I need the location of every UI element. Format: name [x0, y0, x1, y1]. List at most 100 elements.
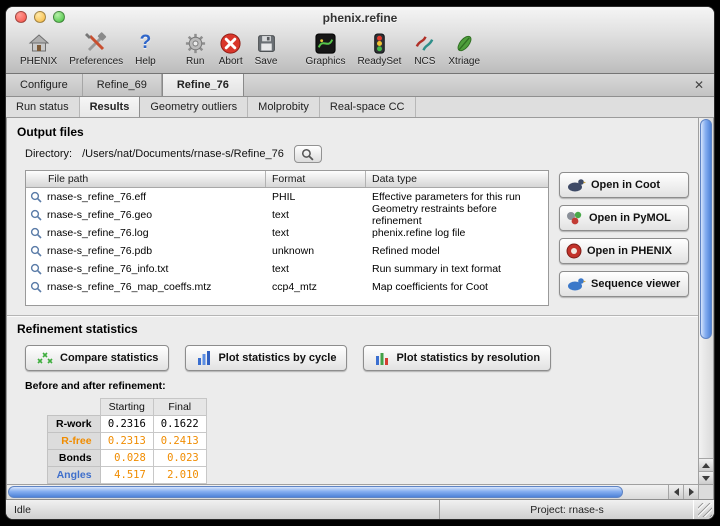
magnifier-icon: [30, 245, 42, 257]
tab-results[interactable]: Results: [80, 97, 141, 117]
toolbar-button-readyset[interactable]: ReadySet: [351, 29, 407, 68]
toolbar-button-phenix[interactable]: PHENIX: [14, 29, 63, 68]
magnifier-icon: [30, 227, 42, 239]
column-header-format[interactable]: Format: [266, 171, 366, 187]
magnifier-icon: [30, 263, 42, 275]
column-header-file-path[interactable]: File path: [26, 171, 266, 187]
file-data-type: Map coefficients for Coot: [366, 281, 548, 293]
toolbar-button-run[interactable]: Run: [178, 29, 213, 68]
horizontal-scrollbar-track[interactable]: [7, 485, 668, 499]
stat-label: Angles: [48, 467, 101, 484]
preferences-tools-icon: [84, 30, 108, 56]
file-format: PHIL: [266, 191, 366, 203]
open-in-pymol-button[interactable]: Open in PyMOL: [559, 205, 689, 231]
stats-col-starting: Starting: [100, 399, 153, 416]
minimize-window-button[interactable]: [34, 11, 46, 23]
output-files-table[interactable]: File path Format Data type rnase-s_refin…: [25, 170, 549, 306]
vertical-scrollbar-thumb[interactable]: [700, 119, 712, 339]
zoom-window-button[interactable]: [53, 11, 65, 23]
button-label: Compare statistics: [60, 352, 158, 364]
open-in-phenix-button[interactable]: Open in PHENIX: [559, 238, 689, 264]
close-tab-icon[interactable]: ✕: [684, 74, 714, 96]
tab-real-space-cc[interactable]: Real-space CC: [320, 97, 416, 117]
file-format: text: [266, 209, 366, 221]
stats-row-angles: Angles 4.517 2.010: [48, 467, 207, 484]
stat-value: 2.010: [153, 467, 206, 484]
tab-refine-76[interactable]: Refine_76: [162, 74, 244, 96]
file-row[interactable]: rnase-s_refine_76_info.txt text Run summ…: [26, 260, 548, 278]
magnifier-icon: [30, 209, 42, 221]
stat-value: 0.028: [100, 450, 153, 467]
toolbar: PHENIX Preferences ? Help Run: [6, 28, 714, 73]
ncs-icon: [413, 30, 436, 56]
tab-molprobity[interactable]: Molprobity: [248, 97, 320, 117]
stats-corner-cell: [48, 399, 101, 416]
horizontal-scrollbar[interactable]: [7, 484, 713, 499]
scroll-left-arrow[interactable]: [668, 485, 683, 499]
project-status-section: Project: rnase-s: [439, 500, 694, 519]
pymol-icon: [566, 210, 584, 226]
scroll-up-arrow[interactable]: [699, 458, 713, 471]
toolbar-button-xtriage[interactable]: Xtriage: [442, 29, 486, 68]
resize-grip[interactable]: [698, 503, 712, 517]
horizontal-scrollbar-thumb[interactable]: [8, 486, 623, 498]
toolbar-label: NCS: [414, 56, 435, 67]
scrollbar-corner: [698, 485, 713, 499]
toolbar-button-abort[interactable]: Abort: [213, 29, 249, 68]
toolbar-label: Help: [135, 56, 156, 67]
directory-row: Directory: /Users/nat/Documents/rnase-s/…: [25, 145, 690, 163]
toolbar-label: Abort: [219, 56, 243, 67]
close-window-button[interactable]: [15, 11, 27, 23]
tab-run-status[interactable]: Run status: [6, 97, 80, 117]
graphics-icon: [314, 30, 337, 56]
stats-col-final: Final: [153, 399, 206, 416]
toolbar-label: Run: [186, 56, 204, 67]
stat-value: 0.2316: [100, 416, 153, 433]
results-page: Output files Directory: /Users/nat/Docum…: [6, 118, 714, 499]
toolbar-label: Graphics: [305, 56, 345, 67]
file-row[interactable]: rnase-s_refine_76.pdb unknown Refined mo…: [26, 242, 548, 260]
toolbar-button-save[interactable]: Save: [249, 29, 284, 68]
tab-refine-69[interactable]: Refine_69: [83, 74, 162, 96]
stats-header-row: Starting Final: [48, 399, 207, 416]
window-header: phenix.refine PHENIX Preferences ? Help: [6, 7, 714, 74]
plot-statistics-by-cycle-button[interactable]: Plot statistics by cycle: [185, 345, 347, 371]
file-row[interactable]: rnase-s_refine_76.geo text Geometry rest…: [26, 206, 548, 224]
compare-scatter-icon: [36, 350, 54, 366]
stat-label: Bonds: [48, 450, 101, 467]
scroll-right-arrow[interactable]: [683, 485, 698, 499]
toolbar-button-ncs[interactable]: NCS: [407, 29, 442, 68]
tab-geometry-outliers[interactable]: Geometry outliers: [140, 97, 248, 117]
vertical-scrollbar[interactable]: [698, 118, 713, 484]
scroll-down-arrow[interactable]: [699, 471, 713, 484]
sequence-viewer-icon: [566, 276, 586, 292]
open-in-coot-button[interactable]: Open in Coot: [559, 172, 689, 198]
titlebar[interactable]: phenix.refine: [6, 7, 714, 28]
browse-directory-button[interactable]: [294, 145, 322, 163]
toolbar-label: Save: [255, 56, 278, 67]
button-label: Plot statistics by cycle: [218, 352, 336, 364]
file-row[interactable]: rnase-s_refine_76_map_coeffs.mtz ccp4_mt…: [26, 278, 548, 296]
desktop-background: phenix.refine PHENIX Preferences ? Help: [0, 0, 720, 526]
file-row[interactable]: rnase-s_refine_76.log text phenix.refine…: [26, 224, 548, 242]
tab-configure[interactable]: Configure: [6, 74, 83, 96]
plot-statistics-by-resolution-button[interactable]: Plot statistics by resolution: [363, 345, 551, 371]
save-floppy-icon: [256, 30, 277, 56]
stats-row-r-free: R-free 0.2313 0.2413: [48, 433, 207, 450]
project-label: Project: rnase-s: [530, 504, 604, 516]
stats-row-bonds: Bonds 0.028 0.023: [48, 450, 207, 467]
toolbar-button-preferences[interactable]: Preferences: [63, 29, 129, 68]
column-header-data-type[interactable]: Data type: [366, 171, 548, 187]
compare-statistics-button[interactable]: Compare statistics: [25, 345, 169, 371]
file-data-type: Run summary in text format: [366, 263, 548, 275]
abort-x-icon: [219, 30, 242, 56]
magnifier-icon: [30, 281, 42, 293]
bar-chart-multi-icon: [374, 350, 390, 366]
toolbar-label: ReadySet: [357, 56, 401, 67]
toolbar-button-graphics[interactable]: Graphics: [299, 29, 351, 68]
button-label: Open in Coot: [591, 179, 660, 191]
toolbar-button-help[interactable]: ? Help: [129, 29, 162, 68]
status-text: Idle: [14, 504, 31, 516]
file-path: rnase-s_refine_76_map_coeffs.mtz: [47, 281, 211, 293]
sequence-viewer-button[interactable]: Sequence viewer: [559, 271, 689, 297]
